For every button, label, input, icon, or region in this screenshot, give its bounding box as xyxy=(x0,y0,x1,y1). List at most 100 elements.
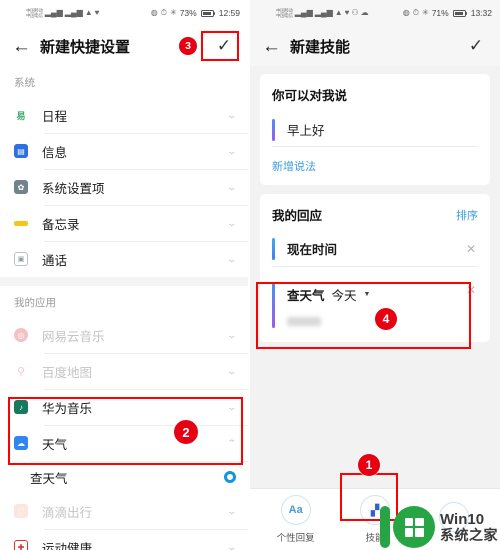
call-icon: ▣ xyxy=(14,252,28,266)
alarm-icon: ⏱ xyxy=(412,8,419,17)
signal-bars-icon-2: ▂▄▆ xyxy=(64,8,83,17)
group-divider xyxy=(0,277,248,286)
calendar-icon: 易 xyxy=(14,108,28,122)
bluetooth-icon: ✳ xyxy=(422,8,429,17)
chevron-down-icon[interactable]: ⌄ xyxy=(227,254,238,265)
card-title: 你可以对我说 xyxy=(272,89,348,103)
list-row-call[interactable]: ▣ 通话 ⌄ xyxy=(0,241,248,277)
right-status-right-group: ◍ ⏱ ✳ 71% 13:32 xyxy=(403,8,492,18)
left-status-right-group: ◍ ⏱ ✳ 73% 12:59 xyxy=(151,8,240,18)
utterance-row[interactable]: 早上好 xyxy=(272,113,478,147)
cloud-icon: ☁ xyxy=(360,8,369,17)
list-row-baidu-map[interactable]: ⚲ 百度地图 ⌄ xyxy=(0,353,248,389)
vpn-icon: ♥ xyxy=(344,8,350,17)
chevron-down-icon[interactable]: ⌄ xyxy=(227,402,238,413)
status-clock: 12:59 xyxy=(218,8,240,18)
confirm-check-button[interactable]: ✓ xyxy=(464,36,488,56)
chevron-down-icon[interactable]: ⌄ xyxy=(227,330,238,341)
chevron-down-icon[interactable]: ⌄ xyxy=(227,506,238,517)
watermark-text: Win10 系统之家 xyxy=(440,512,498,542)
watermark-logo xyxy=(380,506,435,548)
chevron-down-icon[interactable]: ▼ xyxy=(364,291,371,298)
accent-bar xyxy=(272,237,275,260)
accent-bar xyxy=(272,283,275,328)
personal-reply-tool-button[interactable]: Aa 个性回复 xyxy=(268,495,324,544)
row-label: 滴滴出行 xyxy=(42,505,93,520)
response-item-current-time[interactable]: 现在时间 ✕ xyxy=(272,233,478,267)
card-title-row: 我的回应 排序 xyxy=(272,205,478,224)
badge-3: 3 xyxy=(179,37,197,55)
weather-response-item[interactable]: 查天气 今天 ▼ ✕ xyxy=(272,276,478,336)
sort-button[interactable]: 排序 xyxy=(456,207,478,223)
right-status-left-group: 中国移动 中国电信 ▂▄▆ ▂▄▆ ▲ ♥ ⚇ ☁ xyxy=(276,8,403,19)
watermark-circle xyxy=(393,506,435,548)
aa-text-icon: Aa xyxy=(280,495,311,525)
row-label: 日程 xyxy=(42,109,68,124)
weather-subitem-check-weather[interactable]: 查天气 xyxy=(0,461,248,493)
accent-bar xyxy=(272,118,275,141)
settings-icon: ✿ xyxy=(14,180,28,194)
response-head: 现在时间 xyxy=(287,239,464,258)
list-row-health[interactable]: ✚ 运动健康 ⌄ xyxy=(0,529,248,550)
left-status-left-group: 中国移动 中国电信 ▂▄▆ ▂▄▆ ▲ ♥ xyxy=(26,8,151,19)
subrow-label: 查天气 xyxy=(30,471,68,486)
weather-app-row[interactable]: ☁ 天气 ⌃ xyxy=(0,425,248,461)
windows-logo-icon xyxy=(404,517,424,537)
status-clock: 13:32 xyxy=(470,8,492,18)
list-row-system-settings[interactable]: ✿ 系统设置项 ⌄ xyxy=(0,169,248,205)
baidu-map-icon: ⚲ xyxy=(14,364,28,378)
row-label: 网易云音乐 xyxy=(42,329,105,344)
chevron-down-icon[interactable]: ⌄ xyxy=(227,218,238,229)
didi-icon: ♡ xyxy=(14,504,28,518)
add-utterance-link[interactable]: 新增说法 xyxy=(272,158,316,174)
list-row-memo[interactable]: 备忘录 ⌄ xyxy=(0,205,248,241)
list-row-netease-music[interactable]: ◎ 网易云音乐 ⌄ xyxy=(0,317,248,353)
chevron-up-icon[interactable]: ⌃ xyxy=(227,438,238,449)
list-row-calendar[interactable]: 易 日程 ⌄ xyxy=(0,97,248,133)
watermark-line-2: 系统之家 xyxy=(440,526,498,543)
weather-icon: ☁ xyxy=(14,436,28,450)
row-label: 运动健康 xyxy=(42,541,93,550)
chevron-down-icon[interactable]: ⌄ xyxy=(227,182,238,193)
list-row-message[interactable]: ▤ 信息 ⌄ xyxy=(0,133,248,169)
list-row-huawei-music[interactable]: ♪ 华为音乐 ⌄ xyxy=(0,389,248,425)
back-arrow-icon[interactable]: ← xyxy=(262,37,284,56)
back-arrow-icon[interactable]: ← xyxy=(12,37,34,56)
carrier-line-2: 中国电信 xyxy=(276,13,293,18)
person-icon: ⚇ xyxy=(351,8,359,17)
settings-list[interactable]: 系统 易 日程 ⌄ ▤ 信息 ⌄ ✿ 系统设置项 ⌄ 备忘录 ⌄ ▣ 通话 ⌄ … xyxy=(0,66,248,550)
blurred-placeholder xyxy=(287,317,321,326)
wifi-icon: ▲ xyxy=(84,8,93,17)
row-label: 信息 xyxy=(42,145,68,160)
signal-bars-icon-1: ▂▄▆ xyxy=(294,8,313,17)
card-title: 我的回应 xyxy=(272,209,323,223)
row-label: 系统设置项 xyxy=(42,181,105,196)
health-icon: ✚ xyxy=(14,540,28,550)
response-name: 查天气 xyxy=(287,289,325,303)
right-status-bar: 中国移动 中国电信 ▂▄▆ ▂▄▆ ▲ ♥ ⚇ ☁ ◍ ⏱ ✳ 71% 13:3… xyxy=(250,0,500,26)
badge-2: 2 xyxy=(174,420,198,444)
battery-icon xyxy=(200,9,216,17)
chevron-down-icon[interactable]: ⌄ xyxy=(227,110,238,121)
right-title-bar: ← 新建技能 ✓ xyxy=(250,26,500,66)
close-x-icon[interactable]: ✕ xyxy=(464,283,478,328)
mute-icon: ◍ xyxy=(150,8,158,17)
response-param[interactable]: 今天 xyxy=(332,285,357,304)
netease-music-icon: ◎ xyxy=(14,328,28,342)
you-can-say-card: 你可以对我说 早上好 新增说法 xyxy=(260,74,490,185)
chevron-down-icon[interactable]: ⌄ xyxy=(227,146,238,157)
response-name: 现在时间 xyxy=(287,243,338,257)
mute-icon: ◍ xyxy=(402,8,410,17)
row-label: 华为音乐 xyxy=(42,401,93,416)
list-row-didi[interactable]: ♡ 滴滴出行 ⌄ xyxy=(0,493,248,529)
close-x-icon[interactable]: ✕ xyxy=(464,242,478,256)
group-header-my-apps: 我的应用 xyxy=(0,286,248,317)
utterance-text[interactable]: 早上好 xyxy=(287,120,478,139)
carrier-labels: 中国移动 中国电信 xyxy=(276,8,293,19)
radio-selected-icon[interactable] xyxy=(224,471,236,483)
signal-bars-icon-1: ▂▄▆ xyxy=(44,8,63,17)
confirm-check-button[interactable]: ✓ xyxy=(212,36,236,56)
chevron-down-icon[interactable]: ⌄ xyxy=(227,366,238,377)
skill-editor-body: 你可以对我说 早上好 新增说法 我的回应 排序 现在时间 ✕ 查天气 今天 ▼ … xyxy=(250,66,500,342)
chevron-down-icon[interactable]: ⌄ xyxy=(227,542,238,550)
